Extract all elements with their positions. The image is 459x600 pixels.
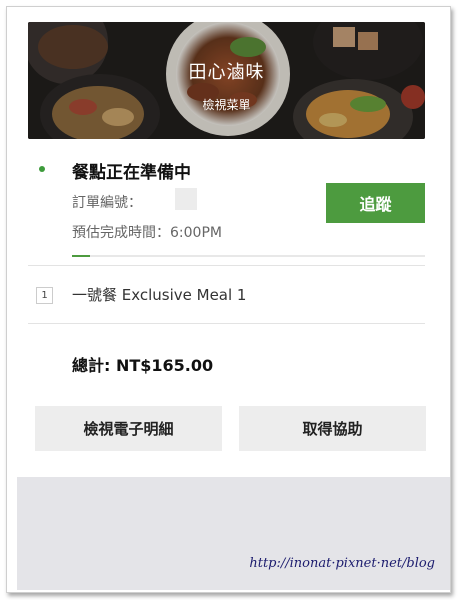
- divider: [28, 265, 425, 266]
- order-progress-bar: [72, 255, 425, 257]
- order-total: 總計: NT$165.00: [72, 356, 214, 375]
- view-menu-link[interactable]: 檢視菜單: [28, 96, 425, 113]
- status-indicator-dot: [39, 166, 45, 172]
- restaurant-name: 田心滷味: [188, 62, 265, 83]
- order-status: 餐點正在準備中: [72, 163, 191, 183]
- divider: [28, 323, 425, 324]
- track-button[interactable]: 追蹤: [326, 183, 425, 223]
- order-progress-fill: [72, 255, 90, 257]
- item-quantity: 1: [36, 287, 53, 304]
- view-receipt-button[interactable]: 檢視電子明細: [35, 406, 222, 451]
- get-help-button[interactable]: 取得協助: [239, 406, 426, 451]
- restaurant-banner[interactable]: 田心滷味 檢視菜單: [28, 22, 425, 139]
- item-name: 一號餐 Exclusive Meal 1: [72, 286, 247, 304]
- order-number-redacted: [175, 188, 197, 210]
- estimated-completion-time: 預估完成時間：6:00PM: [72, 225, 222, 241]
- order-number-label: 訂單編號：: [72, 195, 142, 211]
- blog-watermark: http://inonat·pixnet·net/blog: [249, 556, 435, 571]
- empty-area: [17, 477, 450, 590]
